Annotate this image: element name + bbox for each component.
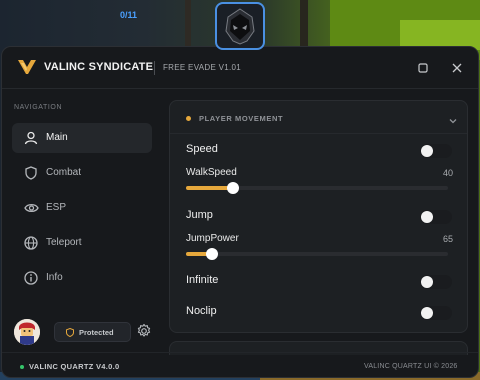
hooded-logo-icon bbox=[225, 8, 255, 45]
background-pole bbox=[300, 0, 308, 46]
sidebar-item-label: ESP bbox=[46, 202, 67, 213]
walkspeed-value: 40 bbox=[442, 168, 453, 178]
brand-logo-icon bbox=[18, 60, 36, 74]
speed-label: Speed bbox=[186, 143, 218, 155]
player-movement-section: PLAYER MOVEMENT Speed WalkSpeed 40 Jump … bbox=[169, 100, 468, 333]
online-status-dot bbox=[20, 365, 24, 369]
sidebar-item-label: Info bbox=[46, 272, 63, 283]
sidebar-item-teleport[interactable]: Teleport bbox=[12, 228, 152, 258]
close-icon bbox=[452, 63, 462, 73]
shield-icon bbox=[66, 328, 74, 337]
noclip-label: Noclip bbox=[186, 305, 217, 317]
walkspeed-label: WalkSpeed bbox=[186, 167, 237, 178]
sidebar: NAVIGATION Main Combat ESP Teleport Info… bbox=[2, 90, 160, 377]
sidebar-item-info[interactable]: Info bbox=[12, 263, 152, 293]
jump-toggle[interactable] bbox=[420, 210, 452, 224]
maximize-icon bbox=[418, 63, 428, 73]
avatar bbox=[14, 319, 40, 345]
game-counter: 0/11 bbox=[120, 10, 138, 20]
footer-copyright: VALINC QUARTZ UI © 2026 bbox=[364, 363, 458, 370]
info-icon bbox=[23, 270, 39, 286]
window-title: VALINC SYNDICATE bbox=[44, 61, 154, 73]
sidebar-item-label: Combat bbox=[46, 167, 82, 178]
status-badge: Protected bbox=[54, 322, 131, 342]
section-indicator bbox=[186, 116, 191, 121]
jump-label: Jump bbox=[186, 209, 213, 221]
jumppower-label: JumpPower bbox=[186, 233, 239, 244]
sidebar-item-label: Main bbox=[46, 132, 68, 143]
jumppower-value: 65 bbox=[442, 234, 453, 244]
toggle-knob bbox=[421, 145, 433, 157]
background-pole bbox=[185, 0, 191, 46]
maximize-button[interactable] bbox=[414, 59, 432, 77]
slider-track bbox=[186, 252, 448, 256]
slider-fill bbox=[186, 186, 234, 190]
section-divider bbox=[170, 133, 467, 134]
globe-icon bbox=[23, 235, 39, 251]
section-title: PLAYER MOVEMENT bbox=[199, 114, 284, 123]
walkspeed-slider[interactable] bbox=[186, 181, 448, 195]
infinite-toggle[interactable] bbox=[420, 275, 452, 289]
slider-thumb[interactable] bbox=[206, 248, 219, 260]
jumppower-slider[interactable] bbox=[186, 247, 448, 261]
title-divider bbox=[154, 61, 155, 75]
infinite-label: Infinite bbox=[186, 274, 219, 286]
sidebar-item-esp[interactable]: ESP bbox=[12, 193, 152, 223]
menu-toggle-button[interactable] bbox=[215, 2, 265, 50]
window-subtitle: FREE EVADE V1.01 bbox=[163, 63, 242, 72]
toggle-knob bbox=[421, 307, 433, 319]
noclip-toggle[interactable] bbox=[420, 306, 452, 320]
user-icon bbox=[23, 130, 39, 146]
shield-icon bbox=[23, 165, 39, 181]
title-bar: VALINC SYNDICATE FREE EVADE V1.01 bbox=[2, 47, 478, 89]
settings-button[interactable] bbox=[136, 323, 152, 339]
sidebar-item-combat[interactable]: Combat bbox=[12, 158, 152, 188]
eye-icon bbox=[23, 200, 39, 216]
main-window: VALINC SYNDICATE FREE EVADE V1.01 NAVIGA… bbox=[1, 46, 479, 378]
footer-version: VALINC QUARTZ V4.0.0 bbox=[29, 362, 120, 371]
close-button[interactable] bbox=[448, 59, 466, 77]
chevron-down-icon bbox=[449, 119, 457, 124]
sidebar-item-label: Teleport bbox=[46, 237, 82, 248]
footer: VALINC QUARTZ V4.0.0 VALINC QUARTZ UI © … bbox=[2, 352, 478, 377]
status-label: Protected bbox=[79, 328, 114, 337]
slider-thumb[interactable] bbox=[227, 182, 240, 194]
gear-icon bbox=[137, 323, 151, 337]
nav-heading: NAVIGATION bbox=[14, 104, 63, 111]
speed-toggle[interactable] bbox=[420, 144, 452, 158]
user-row: Protected bbox=[14, 319, 154, 345]
toggle-knob bbox=[421, 211, 433, 223]
collapse-button[interactable] bbox=[448, 113, 458, 124]
toggle-knob bbox=[421, 276, 433, 288]
sidebar-item-main[interactable]: Main bbox=[12, 123, 152, 153]
